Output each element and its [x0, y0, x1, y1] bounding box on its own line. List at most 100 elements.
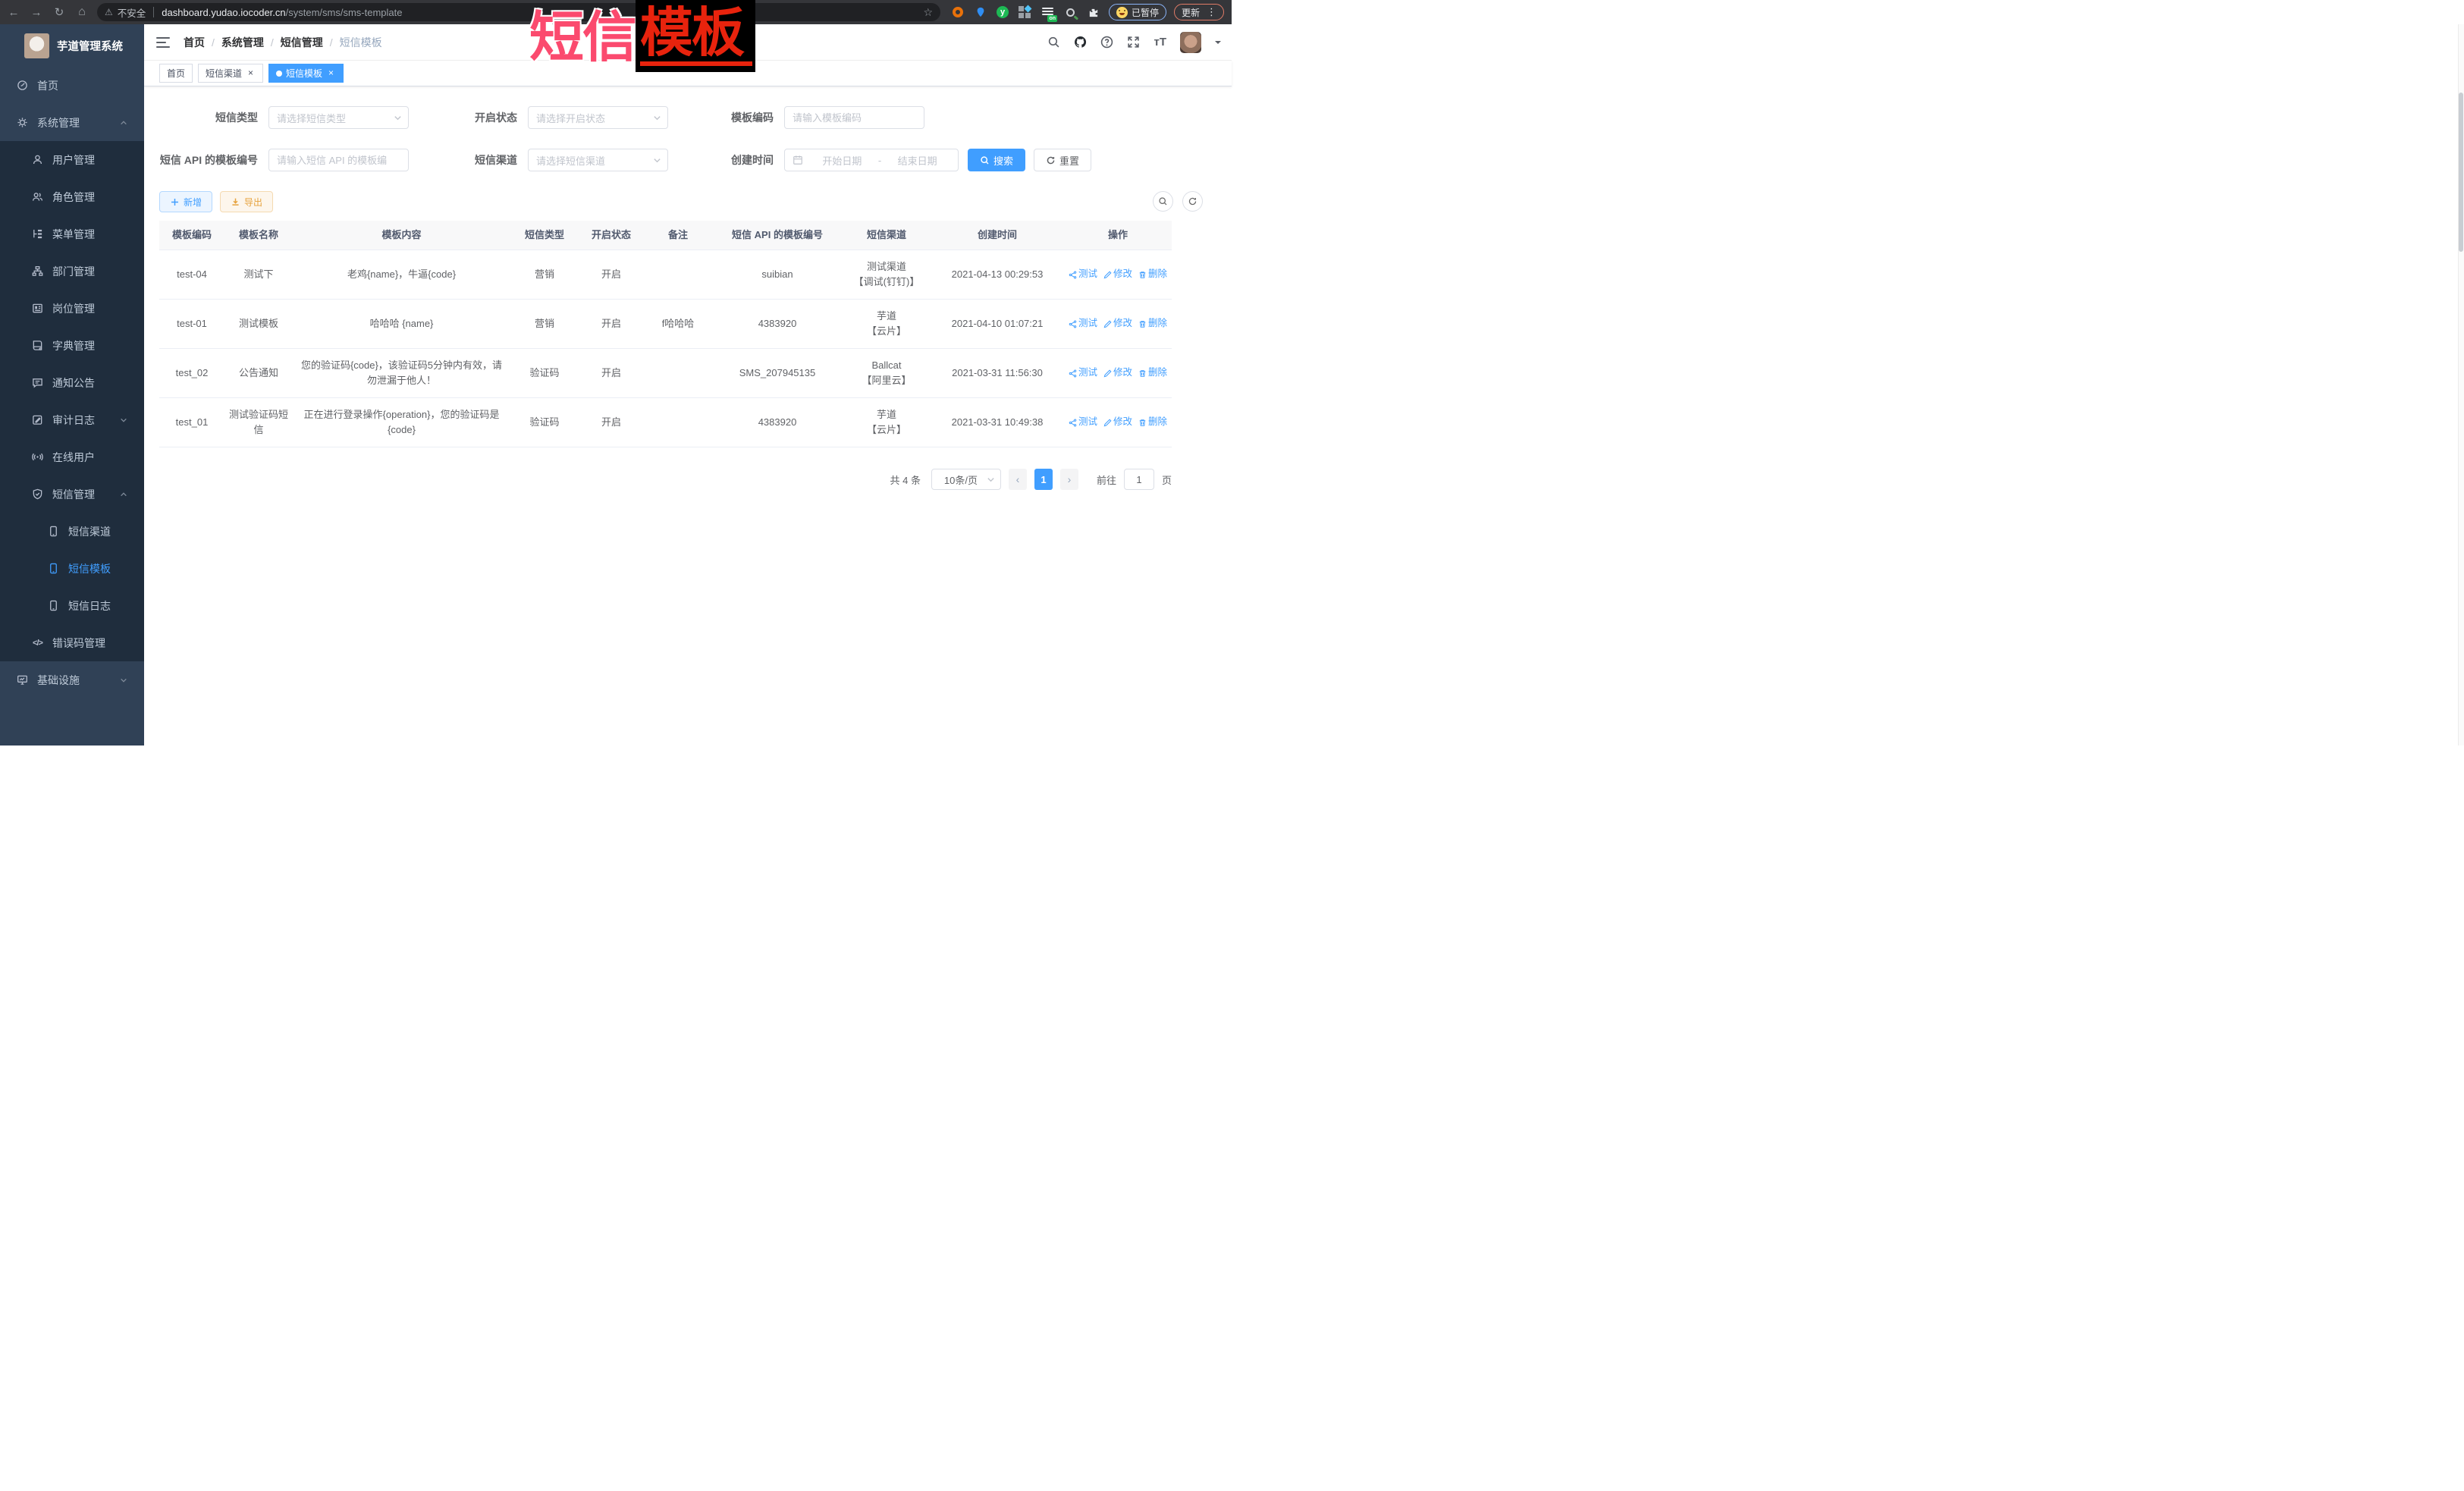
- delete-link[interactable]: 删除: [1138, 267, 1167, 281]
- sidebar-item-error-codes[interactable]: </> 错误码管理: [0, 624, 144, 661]
- delete-link[interactable]: 删除: [1138, 366, 1167, 380]
- edit-link[interactable]: 修改: [1103, 366, 1132, 380]
- sidebar-item-sms-management[interactable]: 短信管理: [0, 476, 144, 513]
- sidebar-item-users[interactable]: 用户管理: [0, 141, 144, 178]
- page-unit-label: 页: [1162, 472, 1172, 487]
- breadcrumb-home[interactable]: 首页: [184, 35, 205, 50]
- cell-status: 开启: [579, 398, 644, 447]
- browser-update-button[interactable]: 更新: [1174, 4, 1224, 20]
- app-logo-row[interactable]: 芋道管理系统: [0, 24, 144, 67]
- url-host: dashboard.yudao.iocoder.cn: [162, 7, 285, 18]
- browser-forward-icon[interactable]: [27, 3, 46, 21]
- sidebar-item-sms-channel[interactable]: 短信渠道: [0, 513, 144, 550]
- test-link[interactable]: 测试: [1069, 267, 1097, 281]
- help-icon[interactable]: [1100, 36, 1113, 49]
- show-search-button[interactable]: [1153, 191, 1173, 212]
- status-select[interactable]: 请选择开启状态: [528, 106, 668, 129]
- delete-link[interactable]: 删除: [1138, 316, 1167, 331]
- create-time-label: 创建时间: [683, 152, 774, 168]
- avatar-caret-icon[interactable]: [1215, 41, 1221, 47]
- sidebar-item-menus[interactable]: 菜单管理: [0, 215, 144, 253]
- sidebar-item-label: 系统管理: [37, 115, 80, 130]
- phone-icon: [48, 563, 59, 574]
- cell-api-code: 4383920: [712, 398, 843, 447]
- hamburger-icon[interactable]: [156, 37, 170, 48]
- reset-button[interactable]: 重置: [1034, 149, 1091, 171]
- puzzle-extensions-icon[interactable]: [1086, 5, 1100, 19]
- green-y-extension-icon[interactable]: y: [997, 6, 1009, 18]
- cell-name: 测试验证码短信: [224, 398, 293, 447]
- github-icon[interactable]: [1074, 36, 1087, 49]
- tabs-manager-extension-icon[interactable]: on: [1041, 5, 1054, 19]
- browser-reload-icon[interactable]: [50, 3, 68, 21]
- user-avatar[interactable]: [1180, 32, 1201, 53]
- close-icon[interactable]: [246, 68, 256, 78]
- cell-type: 营销: [510, 300, 579, 348]
- gear-icon: [17, 117, 28, 128]
- edit-link[interactable]: 修改: [1103, 415, 1132, 429]
- grid-extension-icon[interactable]: [1018, 5, 1031, 19]
- breadcrumb-sms[interactable]: 短信管理: [281, 35, 323, 50]
- date-range-picker[interactable]: 开始日期 - 结束日期: [784, 149, 959, 171]
- address-bar[interactable]: 不安全 dashboard.yudao.iocoder.cn /system/s…: [97, 3, 940, 21]
- breadcrumb-system[interactable]: 系统管理: [221, 35, 264, 50]
- bookmark-star-icon[interactable]: [923, 6, 933, 19]
- profile-paused-chip[interactable]: 已暂停: [1109, 4, 1166, 20]
- sidebar-item-sms-template[interactable]: 短信模板: [0, 550, 144, 587]
- page-scrollbar[interactable]: [2458, 24, 2464, 746]
- tab-sms-channel[interactable]: 短信渠道: [198, 64, 263, 83]
- page-number-1[interactable]: 1: [1034, 469, 1053, 490]
- magnifier-extension-icon[interactable]: [1063, 5, 1077, 19]
- tab-sms-template[interactable]: 短信模板: [268, 64, 344, 83]
- sidebar-item-sms-log[interactable]: 短信日志: [0, 587, 144, 624]
- edit-label: 修改: [1113, 415, 1132, 429]
- sidebar-item-roles[interactable]: 角色管理: [0, 178, 144, 215]
- table-row: test-04 测试下 老鸡{name}，牛逼{code} 营销 开启 suib…: [159, 250, 1172, 300]
- sidebar-item-home[interactable]: 首页: [0, 67, 144, 104]
- filter-row-1: 短信类型 请选择短信类型 开启状态 请选择开启状态 模板编码: [159, 106, 1216, 129]
- paused-label: 已暂停: [1132, 6, 1159, 19]
- next-page-button[interactable]: [1060, 469, 1078, 490]
- sidebar-item-dictionary[interactable]: 字典管理: [0, 327, 144, 364]
- map-pin-extension-icon[interactable]: [974, 5, 987, 19]
- search-icon[interactable]: [1047, 36, 1060, 49]
- sidebar-item-departments[interactable]: 部门管理: [0, 253, 144, 290]
- sidebar-item-audit-log[interactable]: 审计日志: [0, 401, 144, 438]
- edit-link[interactable]: 修改: [1103, 267, 1132, 281]
- sidebar-item-system[interactable]: 系统管理: [0, 104, 144, 141]
- font-size-icon[interactable]: ᴛT: [1154, 36, 1166, 49]
- close-icon[interactable]: [326, 68, 336, 78]
- edit-link[interactable]: 修改: [1103, 316, 1132, 331]
- cell-status: 开启: [579, 349, 644, 397]
- sidebar-item-notices[interactable]: 通知公告: [0, 364, 144, 401]
- tab-home[interactable]: 首页: [159, 64, 193, 83]
- browser-back-icon[interactable]: [5, 3, 23, 21]
- orange-ring-extension-icon[interactable]: [951, 5, 965, 19]
- search-button[interactable]: 搜索: [968, 149, 1025, 171]
- sidebar-item-label: 角色管理: [52, 190, 95, 205]
- scrollbar-thumb[interactable]: [2459, 93, 2463, 252]
- export-button[interactable]: 导出: [220, 191, 273, 212]
- chevron-down-icon: [653, 156, 661, 165]
- page-size-select[interactable]: 10条/页: [931, 469, 1001, 490]
- chevron-down-icon: [653, 114, 661, 122]
- template-code-input[interactable]: [793, 112, 916, 124]
- sidebar-item-posts[interactable]: 岗位管理: [0, 290, 144, 327]
- sidebar-item-infrastructure[interactable]: 基础设施: [0, 661, 144, 698]
- sidebar-item-online-users[interactable]: 在线用户: [0, 438, 144, 476]
- sms-type-label: 短信类型: [159, 110, 258, 125]
- refresh-table-button[interactable]: [1182, 191, 1203, 212]
- browser-home-icon[interactable]: [73, 3, 91, 21]
- sms-type-select[interactable]: 请选择短信类型: [268, 106, 409, 129]
- api-template-input[interactable]: [277, 155, 400, 166]
- test-link[interactable]: 测试: [1069, 415, 1097, 429]
- test-link[interactable]: 测试: [1069, 316, 1097, 331]
- fullscreen-icon[interactable]: [1127, 36, 1140, 49]
- test-link[interactable]: 测试: [1069, 366, 1097, 380]
- prev-page-button[interactable]: [1009, 469, 1027, 490]
- goto-page-input[interactable]: [1124, 469, 1154, 490]
- browser-menu-icon[interactable]: [1207, 6, 1216, 18]
- delete-link[interactable]: 删除: [1138, 415, 1167, 429]
- add-button[interactable]: 新增: [159, 191, 212, 212]
- channel-select[interactable]: 请选择短信渠道: [528, 149, 668, 171]
